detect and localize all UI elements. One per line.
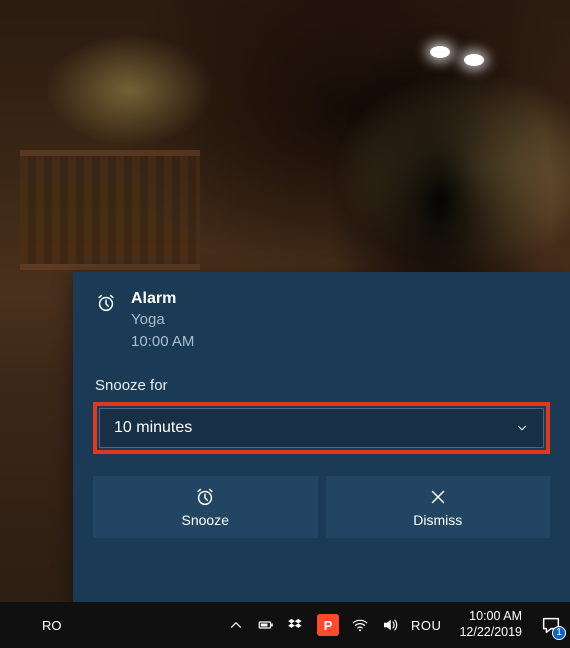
taskbar-clock[interactable]: 10:00 AM 12/22/2019	[453, 609, 528, 640]
alarm-icon	[194, 486, 216, 508]
wallpaper-decor	[20, 150, 200, 270]
snooze-for-label: Snooze for	[73, 359, 570, 402]
app-p-icon[interactable]: P	[317, 614, 339, 636]
taskbar: RO P ROU 10:00 AM 12/22/2019	[0, 602, 570, 648]
wallpaper-decor	[430, 46, 450, 58]
highlight-annotation: 10 minutes	[93, 402, 550, 454]
volume-icon[interactable]	[381, 616, 399, 634]
clock-date: 12/22/2019	[459, 625, 522, 641]
battery-icon[interactable]	[257, 616, 275, 634]
snooze-button[interactable]: Snooze	[93, 476, 318, 538]
dropbox-icon[interactable]	[287, 616, 305, 634]
snooze-duration-value: 10 minutes	[114, 419, 192, 437]
keyboard-language[interactable]: ROU	[411, 618, 441, 633]
wallpaper-decor	[280, 0, 570, 310]
ime-language[interactable]: RO	[36, 614, 68, 637]
chevron-down-icon	[515, 421, 529, 435]
action-center-icon[interactable]: 1	[540, 614, 562, 636]
dismiss-button[interactable]: Dismiss	[326, 476, 551, 538]
notification-title: Alarm	[131, 290, 194, 308]
tray-overflow-chevron-icon[interactable]	[227, 616, 245, 634]
wallpaper-decor	[464, 54, 484, 66]
clock-time: 10:00 AM	[459, 609, 522, 625]
action-center-badge: 1	[552, 626, 566, 640]
notification-subtitle: Yoga	[131, 310, 194, 330]
snooze-duration-dropdown[interactable]: 10 minutes	[99, 408, 544, 448]
close-icon	[427, 486, 449, 508]
wifi-icon[interactable]	[351, 616, 369, 634]
alarm-notification: Alarm Yoga 10:00 AM Snooze for 10 minute…	[73, 272, 570, 602]
snooze-button-label: Snooze	[182, 512, 229, 528]
desktop-wallpaper: Alarm Yoga 10:00 AM Snooze for 10 minute…	[0, 0, 570, 648]
system-tray: P ROU 10:00 AM 12/22/2019 1	[227, 602, 570, 648]
dismiss-button-label: Dismiss	[413, 512, 462, 528]
alarm-icon	[95, 292, 117, 314]
notification-time: 10:00 AM	[131, 332, 194, 352]
